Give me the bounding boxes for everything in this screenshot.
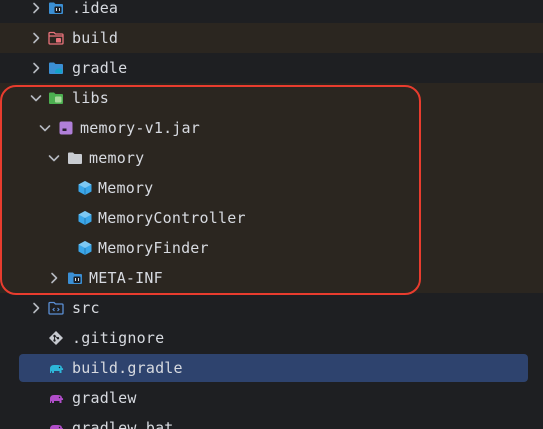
tree-item-memory-class[interactable]: Memory	[0, 173, 543, 203]
tree-item-gradlew[interactable]: gradlew	[0, 383, 543, 413]
tree-item-libs[interactable]: libs	[0, 83, 543, 113]
chevron-right-icon[interactable]	[28, 0, 44, 16]
tree-item-src[interactable]: src	[0, 293, 543, 323]
chevron-right-icon[interactable]	[28, 60, 44, 76]
git-icon	[49, 331, 63, 345]
jar-icon	[59, 121, 73, 135]
tree-item-label: memory	[89, 149, 145, 167]
tree-item-label: src	[72, 299, 100, 317]
chevron-right-icon[interactable]	[46, 270, 62, 286]
gradle-elephant-icon	[50, 395, 64, 403]
chevron-down-icon[interactable]	[28, 90, 44, 106]
tree-item-label: gradlew	[72, 389, 137, 407]
tree-item-build-gradle[interactable]: build.gradle	[0, 353, 543, 383]
package-icon	[68, 152, 82, 164]
tree-item-label: Memory	[98, 179, 154, 197]
folder-build-icon	[48, 31, 64, 45]
tree-item-label: META-INF	[89, 269, 163, 287]
tree-item-label: MemoryFinder	[98, 239, 209, 257]
tree-item-memory-jar[interactable]: memory-v1.jar	[0, 113, 543, 143]
tree-item-label: .gitignore	[72, 329, 165, 347]
project-tree: .idea build gradle libs memory-v1.jar me…	[0, 0, 543, 429]
chevron-right-icon[interactable]	[28, 300, 44, 316]
folder-src-icon	[48, 301, 64, 315]
chevron-down-icon[interactable]	[46, 150, 62, 166]
class-icon	[78, 211, 92, 225]
tree-item-label: memory-v1.jar	[80, 119, 200, 137]
tree-item-idea[interactable]: .idea	[0, 0, 543, 23]
tree-item-label: build	[72, 29, 119, 47]
gradle-elephant-icon	[50, 365, 64, 373]
chevron-down-icon[interactable]	[37, 120, 53, 136]
tree-item-memory-finder[interactable]: MemoryFinder	[0, 233, 543, 263]
folder-gradle-icon	[49, 62, 63, 74]
tree-item-gradlew-bat[interactable]: gradlew.bat	[0, 413, 543, 429]
tree-item-label: .idea	[72, 0, 119, 17]
class-icon	[78, 181, 92, 195]
folder-config-icon	[49, 2, 63, 14]
tree-item-build[interactable]: build	[0, 23, 543, 53]
folder-libs-icon	[49, 92, 63, 104]
class-icon	[78, 241, 92, 255]
gradle-elephant-icon	[50, 425, 64, 429]
tree-item-gradle[interactable]: gradle	[0, 53, 543, 83]
chevron-right-icon[interactable]	[28, 30, 44, 46]
tree-item-memory-package[interactable]: memory	[0, 143, 543, 173]
tree-item-label: gradle	[72, 59, 128, 77]
folder-meta-icon	[68, 272, 82, 284]
tree-item-memory-controller[interactable]: MemoryController	[0, 203, 543, 233]
tree-item-gitignore[interactable]: .gitignore	[0, 323, 543, 353]
tree-item-label: build.gradle	[72, 359, 183, 377]
tree-item-label: gradlew.bat	[72, 419, 174, 429]
tree-item-label: libs	[72, 89, 109, 107]
tree-item-label: MemoryController	[98, 209, 246, 227]
tree-item-meta-inf[interactable]: META-INF	[0, 263, 543, 293]
